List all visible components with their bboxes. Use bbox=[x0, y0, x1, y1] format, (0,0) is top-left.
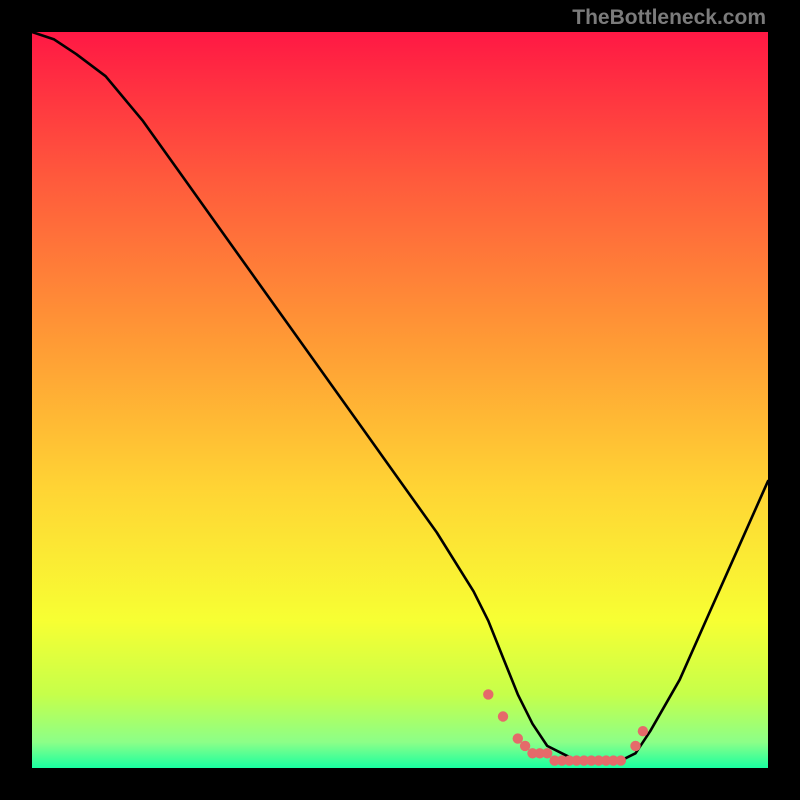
watermark-text: TheBottleneck.com bbox=[572, 6, 766, 30]
marker-dot bbox=[542, 748, 552, 758]
marker-dot bbox=[483, 689, 493, 699]
marker-dot bbox=[498, 711, 508, 721]
chart-container: TheBottleneck.com bbox=[0, 0, 800, 800]
marker-dot bbox=[520, 741, 530, 751]
marker-dot bbox=[630, 741, 640, 751]
marker-dot bbox=[638, 726, 648, 736]
plot-area bbox=[32, 32, 768, 768]
chart-overlay bbox=[32, 32, 768, 768]
marker-dot bbox=[616, 755, 626, 765]
bottleneck-curve bbox=[32, 32, 768, 761]
